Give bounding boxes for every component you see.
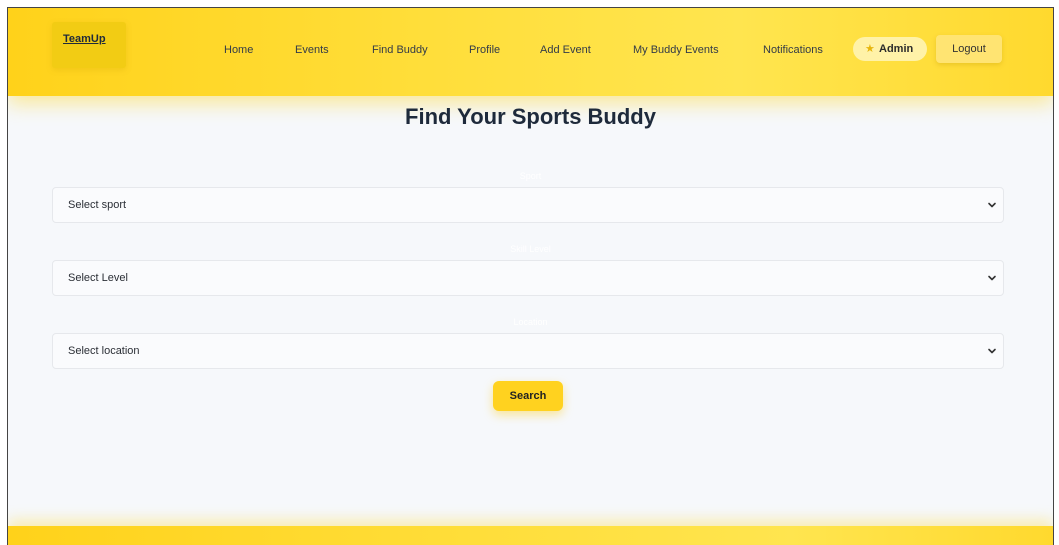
level-select[interactable]: Select Level (52, 260, 1004, 296)
nav-link-events[interactable]: Events (295, 44, 329, 56)
nav-link-add-event[interactable]: Add Event (540, 44, 591, 56)
sport-select[interactable]: Select sport (52, 187, 1004, 223)
nav-link-find-buddy[interactable]: Find Buddy (372, 44, 428, 56)
star-icon: ★ (865, 43, 875, 55)
chevron-down-icon (988, 348, 996, 354)
sport-select-value: Select sport (68, 199, 127, 211)
location-select-value: Select location (68, 345, 140, 357)
footer-bar (8, 526, 1053, 545)
nav-link-my-buddy-events[interactable]: My Buddy Events (633, 44, 719, 56)
level-label: Skill Level (510, 244, 551, 254)
location-select[interactable]: Select location (52, 333, 1004, 369)
page-title: Find Your Sports Buddy (405, 104, 656, 129)
logout-button[interactable]: Logout (936, 35, 1002, 63)
navbar: TeamUp Home Events Find Buddy Profile Ad… (8, 8, 1053, 96)
nav-link-notifications[interactable]: Notifications (763, 44, 823, 56)
location-label: Location (513, 317, 548, 327)
logo[interactable]: TeamUp (52, 22, 126, 68)
chevron-down-icon (988, 202, 996, 208)
level-select-value: Select Level (68, 272, 128, 284)
nav-link-home[interactable]: Home (224, 44, 253, 56)
admin-label: Admin (879, 43, 914, 55)
sport-label: Sport (519, 171, 542, 181)
search-button[interactable]: Search (493, 381, 563, 411)
chevron-down-icon (988, 275, 996, 281)
app-window: TeamUp Home Events Find Buddy Profile Ad… (7, 7, 1054, 545)
logo-text: TeamUp (63, 33, 106, 45)
admin-badge[interactable]: ★ Admin (853, 37, 927, 61)
nav-link-profile[interactable]: Profile (469, 44, 500, 56)
